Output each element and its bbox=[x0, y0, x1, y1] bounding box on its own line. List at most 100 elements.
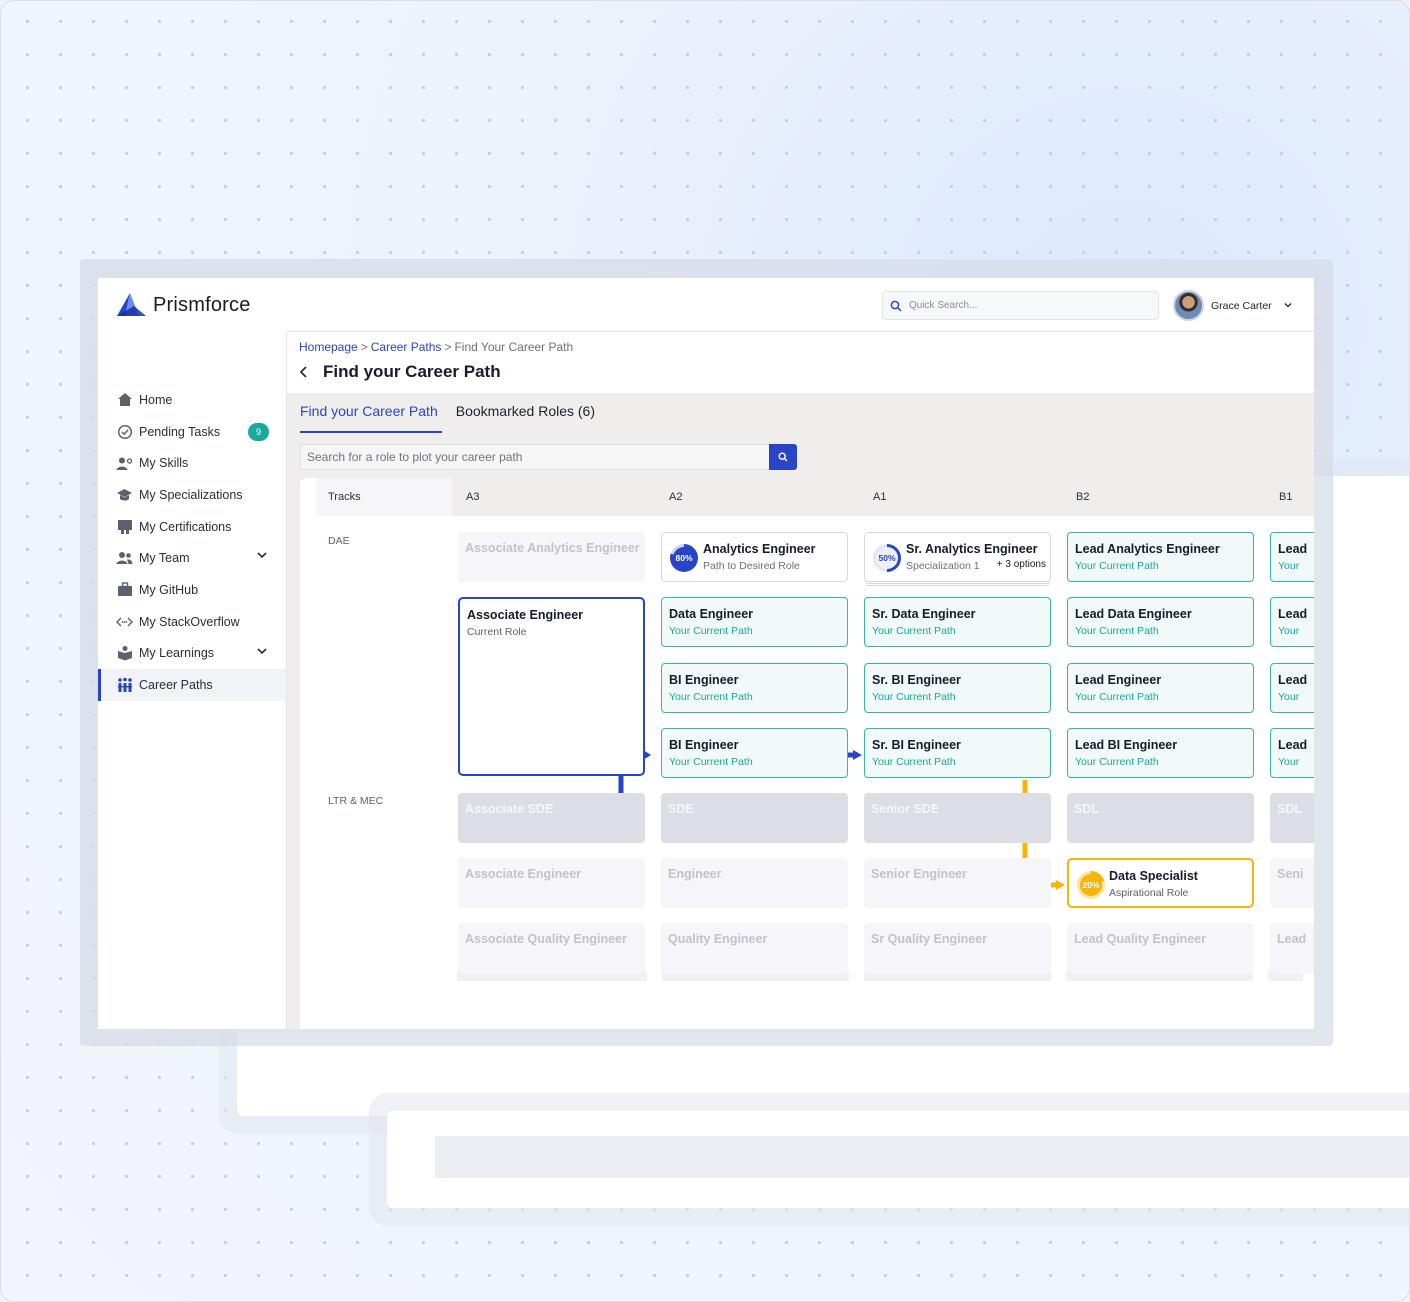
role-card-associate-analytics-engineer[interactable]: Associate Analytics Engineer bbox=[458, 532, 645, 582]
check-circle-icon bbox=[116, 423, 133, 440]
search-icon bbox=[778, 452, 788, 462]
column-header: A3 bbox=[466, 491, 480, 503]
role-card-engineer[interactable]: Engineer bbox=[661, 858, 848, 908]
graduation-cap-icon bbox=[116, 486, 133, 503]
user-menu[interactable]: Grace Carter bbox=[1173, 290, 1293, 321]
progress-ring: 50% bbox=[873, 544, 901, 572]
role-card-lead-partial[interactable]: Lead Your bbox=[1270, 663, 1314, 713]
sidebar-item-label: Home bbox=[139, 392, 173, 407]
role-subtitle: Your bbox=[1278, 625, 1300, 637]
learning-icon bbox=[116, 645, 133, 662]
chevron-down-icon[interactable] bbox=[256, 647, 268, 655]
user-name: Grace Carter bbox=[1211, 299, 1272, 312]
role-subtitle: Your bbox=[1278, 756, 1300, 768]
quick-search-input[interactable] bbox=[909, 300, 1139, 311]
more-options-link[interactable]: + 3 options bbox=[997, 559, 1046, 570]
app-window: Prismforce Grace Carter Home Pending Tas… bbox=[98, 278, 1314, 1029]
breadcrumb-link-home[interactable]: Homepage bbox=[299, 340, 358, 354]
role-subtitle: Your Current Path bbox=[1075, 625, 1159, 637]
role-card-lead-partial[interactable]: Lead bbox=[1270, 923, 1314, 973]
role-card-data-specialist-aspirational[interactable]: 20% Data Specialist Aspirational Role bbox=[1067, 858, 1254, 908]
sidebar-item-my-github[interactable]: My GitHub bbox=[98, 574, 286, 606]
role-card-lead-partial[interactable]: Lead Your bbox=[1270, 532, 1314, 582]
role-card-bi-engineer[interactable]: BI Engineer Your Current Path bbox=[661, 728, 848, 778]
tracks-header: Tracks bbox=[316, 478, 452, 516]
role-card-quality-engineer[interactable]: Quality Engineer bbox=[661, 923, 848, 973]
sidebar-item-pending-tasks[interactable]: Pending Tasks 9 bbox=[98, 416, 286, 448]
sidebar-item-my-stackoverflow[interactable]: My StackOverflow bbox=[98, 606, 286, 638]
role-card-lead-partial[interactable]: Lead Your bbox=[1270, 728, 1314, 778]
sidebar-nav: Home Pending Tasks 9 My Skills My Specia… bbox=[98, 384, 286, 701]
sidebar-item-label: My Specializations bbox=[139, 487, 243, 502]
role-card-lead-bi-engineer[interactable]: Lead BI Engineer Your Current Path bbox=[1067, 728, 1254, 778]
role-card-sr-data-engineer[interactable]: Sr. Data Engineer Your Current Path bbox=[864, 597, 1051, 647]
role-subtitle: Your bbox=[1278, 691, 1300, 703]
tab-bookmarked-roles[interactable]: Bookmarked Roles (6) bbox=[456, 403, 595, 427]
role-card-lead-data-engineer[interactable]: Lead Data Engineer Your Current Path bbox=[1067, 597, 1254, 647]
career-grid: Tracks A3 A2 A1 B2 B1 DAE LTR & MEC Asso… bbox=[300, 478, 1314, 1029]
sidebar-item-label: My Learnings bbox=[139, 646, 215, 661]
breadcrumb-link-career-paths[interactable]: Career Paths bbox=[371, 340, 442, 354]
role-subtitle: Path to Desired Role bbox=[703, 560, 800, 572]
role-search-button[interactable] bbox=[769, 444, 797, 470]
role-card-sr-quality-engineer[interactable]: Sr Quality Engineer bbox=[864, 923, 1051, 973]
role-card-lead-quality-engineer[interactable]: Lead Quality Engineer bbox=[1067, 923, 1254, 973]
role-subtitle: Your Current Path bbox=[669, 691, 753, 703]
role-title: Data Engineer bbox=[669, 607, 754, 621]
role-title: BI Engineer bbox=[669, 673, 739, 687]
role-subtitle: Your Current Path bbox=[1075, 756, 1159, 768]
role-card-bi-engineer[interactable]: BI Engineer Your Current Path bbox=[661, 663, 848, 713]
role-title: Lead bbox=[1278, 673, 1308, 687]
sidebar-item-my-specializations[interactable]: My Specializations bbox=[98, 479, 286, 511]
pending-count-badge: 9 bbox=[248, 422, 269, 441]
sidebar-item-my-learnings[interactable]: My Learnings bbox=[98, 638, 286, 670]
role-title: Lead bbox=[1278, 738, 1308, 752]
sidebar-item-career-paths[interactable]: Career Paths bbox=[98, 669, 286, 701]
role-title: Lead Engineer bbox=[1075, 673, 1162, 687]
role-card-sr-bi-engineer[interactable]: Sr. BI Engineer Your Current Path bbox=[864, 663, 1051, 713]
tab-find-career-path[interactable]: Find your Career Path bbox=[300, 403, 438, 427]
role-card-lead-partial[interactable]: Lead Your bbox=[1270, 597, 1314, 647]
role-subtitle: Your Current Path bbox=[669, 625, 753, 637]
role-title: Senior SDE bbox=[871, 802, 940, 816]
chevron-left-icon[interactable] bbox=[299, 365, 308, 379]
role-title: SDL bbox=[1277, 802, 1302, 816]
role-card-current-associate-engineer[interactable]: Associate Engineer Current Role bbox=[458, 597, 645, 776]
role-subtitle: Aspirational Role bbox=[1109, 887, 1189, 899]
role-card-lead-analytics-engineer[interactable]: Lead Analytics Engineer Your Current Pat… bbox=[1067, 532, 1254, 582]
track-label-dae: DAE bbox=[328, 535, 350, 547]
role-card-sde[interactable]: SDE bbox=[661, 793, 848, 843]
role-title: BI Engineer bbox=[669, 738, 739, 752]
logo[interactable]: Prismforce bbox=[115, 292, 251, 318]
sidebar-item-my-team[interactable]: My Team bbox=[98, 542, 286, 574]
role-card-sdl[interactable]: SDL bbox=[1067, 793, 1254, 843]
role-title: Senior Engineer bbox=[871, 867, 967, 881]
role-card-analytics-engineer[interactable]: 80% Analytics Engineer Path to Desired R… bbox=[661, 532, 848, 582]
chevron-down-icon[interactable] bbox=[256, 551, 268, 559]
tab-bar: Find your Career Path Bookmarked Roles (… bbox=[300, 403, 595, 427]
role-card-senior-engineer[interactable]: Senior Engineer bbox=[864, 858, 1051, 908]
sidebar-item-my-certifications[interactable]: My Certifications bbox=[98, 511, 286, 543]
quick-search[interactable] bbox=[882, 291, 1159, 320]
role-title: Sr. BI Engineer bbox=[872, 673, 961, 687]
role-card-associate-sde[interactable]: Associate SDE bbox=[458, 793, 645, 843]
role-card-sdl[interactable]: SDL bbox=[1270, 793, 1314, 843]
sidebar-item-home[interactable]: Home bbox=[98, 384, 286, 416]
role-title: Sr Quality Engineer bbox=[871, 932, 988, 946]
role-subtitle: Current Role bbox=[467, 626, 527, 638]
role-card-sr-analytics-engineer[interactable]: 50% Sr. Analytics Engineer Specializatio… bbox=[864, 532, 1051, 582]
role-card-data-engineer[interactable]: Data Engineer Your Current Path bbox=[661, 597, 848, 647]
role-card-associate-quality-engineer[interactable]: Associate Quality Engineer bbox=[458, 923, 645, 973]
role-card-sr-bi-engineer[interactable]: Sr. BI Engineer Your Current Path bbox=[864, 728, 1051, 778]
role-search-input[interactable] bbox=[300, 444, 769, 470]
role-title: Associate Quality Engineer bbox=[465, 932, 627, 946]
sidebar-item-my-skills[interactable]: My Skills bbox=[98, 447, 286, 479]
role-card-associate-engineer[interactable]: Associate Engineer bbox=[458, 858, 645, 908]
breadcrumb-separator: > bbox=[444, 340, 452, 354]
role-card-senior-sde[interactable]: Senior SDE bbox=[864, 793, 1051, 843]
role-card-senior-partial[interactable]: Seni bbox=[1270, 858, 1314, 908]
progress-value: 80% bbox=[673, 547, 695, 569]
role-title: Engineer bbox=[668, 867, 722, 881]
role-card-lead-engineer[interactable]: Lead Engineer Your Current Path bbox=[1067, 663, 1254, 713]
role-subtitle: Your Current Path bbox=[872, 691, 956, 703]
